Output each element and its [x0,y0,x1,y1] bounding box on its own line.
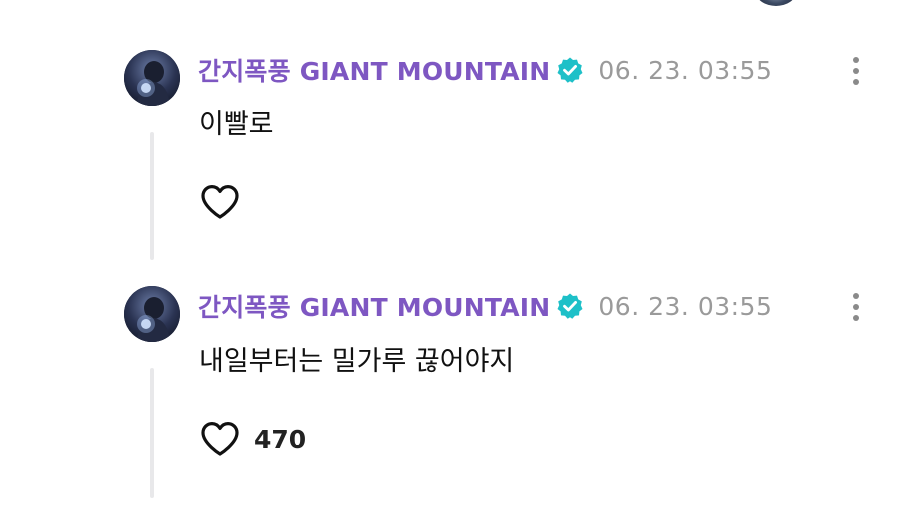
comment-thread: 간지폭풍 GIANT MOUNTAIN 06. 23. 03:55 이빨로 간지… [0,0,900,509]
vertical-ellipsis-icon [853,293,859,299]
thread-line [150,368,154,498]
timestamp: 06. 23. 03:55 [598,55,773,85]
like-count: 470 [254,424,307,454]
comment-header: 간지폭풍 GIANT MOUNTAIN 06. 23. 03:55 [198,288,772,324]
comment-text: 내일부터는 밀가루 끊어야지 [199,346,515,377]
avatar-image [124,286,180,342]
heart-outline-icon [201,422,239,456]
more-options-button[interactable] [850,57,862,97]
like-button[interactable]: 470 [200,421,306,457]
timestamp: 06. 23. 03:55 [598,291,773,321]
heart-outline-icon [201,185,239,219]
author-name[interactable]: 간지폭풍 GIANT MOUNTAIN [198,288,550,324]
author-name[interactable]: 간지폭풍 GIANT MOUNTAIN [198,52,550,88]
more-options-button[interactable] [850,293,862,333]
verified-badge-icon [556,56,584,84]
avatar-image [124,50,180,106]
avatar[interactable] [124,50,180,106]
avatar[interactable] [124,286,180,342]
like-button[interactable] [200,184,254,220]
thread-line [150,132,154,260]
previous-comment-avatar[interactable] [756,0,796,6]
vertical-ellipsis-icon [853,57,859,63]
comment-text: 이빨로 [199,109,274,140]
verified-badge-icon [556,292,584,320]
comment-header: 간지폭풍 GIANT MOUNTAIN 06. 23. 03:55 [198,52,772,88]
